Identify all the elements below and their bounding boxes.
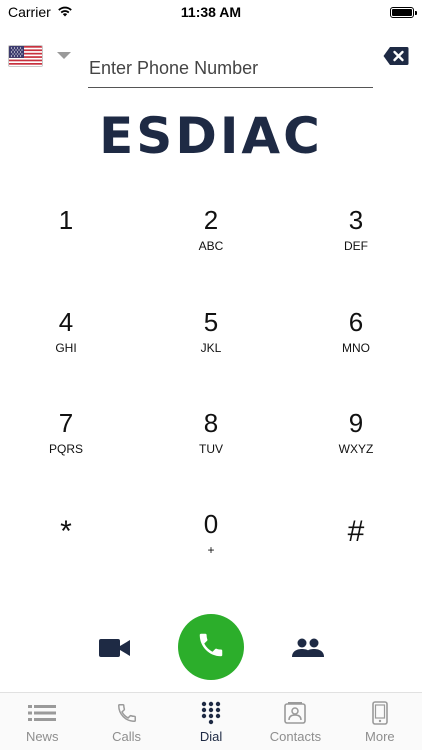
video-call-icon[interactable] xyxy=(98,636,132,660)
key-digit: 4 xyxy=(58,307,74,337)
tab-contacts[interactable]: Contacts xyxy=(253,693,337,750)
key-7[interactable]: 7 PQRS xyxy=(11,403,121,493)
key-2[interactable]: 2 ABC xyxy=(156,200,266,290)
key-6[interactable]: 6 MNO xyxy=(301,302,411,392)
key-letters: TUV xyxy=(199,442,223,456)
key-digit: 5 xyxy=(203,307,219,337)
status-left: Carrier xyxy=(8,4,73,20)
tab-bar: News Calls Dial Contacts More xyxy=(0,692,422,750)
key-letters: ABC xyxy=(198,239,224,253)
phone-number-input[interactable] xyxy=(88,54,373,88)
key-letters: WXYZ xyxy=(338,442,374,456)
key-0[interactable]: 0 + xyxy=(156,504,266,594)
tab-label: Contacts xyxy=(269,729,322,744)
tab-more[interactable]: More xyxy=(338,693,422,750)
key-letters: DEF xyxy=(344,239,368,253)
phone-handset-icon xyxy=(196,630,226,665)
news-list-icon xyxy=(28,701,57,725)
backspace-icon[interactable] xyxy=(383,46,409,66)
tab-dial[interactable]: Dial xyxy=(169,693,253,750)
key-letters: JKL xyxy=(200,341,222,355)
us-flag-icon[interactable] xyxy=(8,45,43,67)
tab-label: More xyxy=(365,729,395,744)
key-5[interactable]: 5 JKL xyxy=(156,302,266,392)
key-letters: + xyxy=(207,543,215,557)
key-digit: 3 xyxy=(348,205,364,235)
country-dropdown-caret-icon[interactable] xyxy=(57,52,71,59)
wifi-icon xyxy=(57,4,73,20)
key-digit: 0 xyxy=(203,509,219,539)
mobile-device-icon xyxy=(366,701,394,725)
key-4[interactable]: 4 GHI xyxy=(11,302,121,392)
status-bar: Carrier 11:38 AM xyxy=(0,0,422,24)
key-3[interactable]: 3 DEF xyxy=(301,200,411,290)
tab-label: Dial xyxy=(199,729,223,744)
tab-label: Calls xyxy=(112,729,142,744)
call-actions-row xyxy=(0,614,422,682)
phone-handset-icon xyxy=(113,701,141,725)
contact-card-icon xyxy=(281,701,309,725)
key-letters: GHI xyxy=(55,341,77,355)
conference-group-icon[interactable] xyxy=(290,636,326,660)
key-8[interactable]: 8 TUV xyxy=(156,403,266,493)
key-digit: 8 xyxy=(203,408,219,438)
key-9[interactable]: 9 WXYZ xyxy=(301,403,411,493)
tab-news[interactable]: News xyxy=(0,693,84,750)
key-digit: 1 xyxy=(58,205,74,235)
battery-icon xyxy=(390,6,417,18)
key-letters: PQRS xyxy=(48,442,83,456)
phone-input-row xyxy=(0,40,422,92)
tab-calls[interactable]: Calls xyxy=(84,693,168,750)
key-1[interactable]: 1 xyxy=(11,200,121,290)
carrier-label: Carrier xyxy=(8,4,51,20)
dialer-screen: Carrier 11:38 AM Enter Phone Number ESDI… xyxy=(0,0,422,750)
key-digit: 9 xyxy=(348,408,364,438)
key-hash[interactable]: # xyxy=(301,504,411,594)
key-digit: 6 xyxy=(348,307,364,337)
call-button[interactable] xyxy=(178,614,244,680)
esdiac-logo: ESDIAC xyxy=(99,107,323,165)
key-digit: # xyxy=(347,515,365,548)
key-star[interactable]: * xyxy=(11,504,121,594)
key-digit: * xyxy=(60,515,72,548)
tab-label: News xyxy=(25,729,59,744)
dialpad-icon xyxy=(197,701,225,725)
keypad: 1 2 ABC 3 DEF 4 GHI 5 JKL 6 MNO 7 PQRS 8 xyxy=(0,200,422,608)
key-digit: 7 xyxy=(58,408,74,438)
key-letters: MNO xyxy=(342,341,370,355)
key-digit: 2 xyxy=(203,205,219,235)
